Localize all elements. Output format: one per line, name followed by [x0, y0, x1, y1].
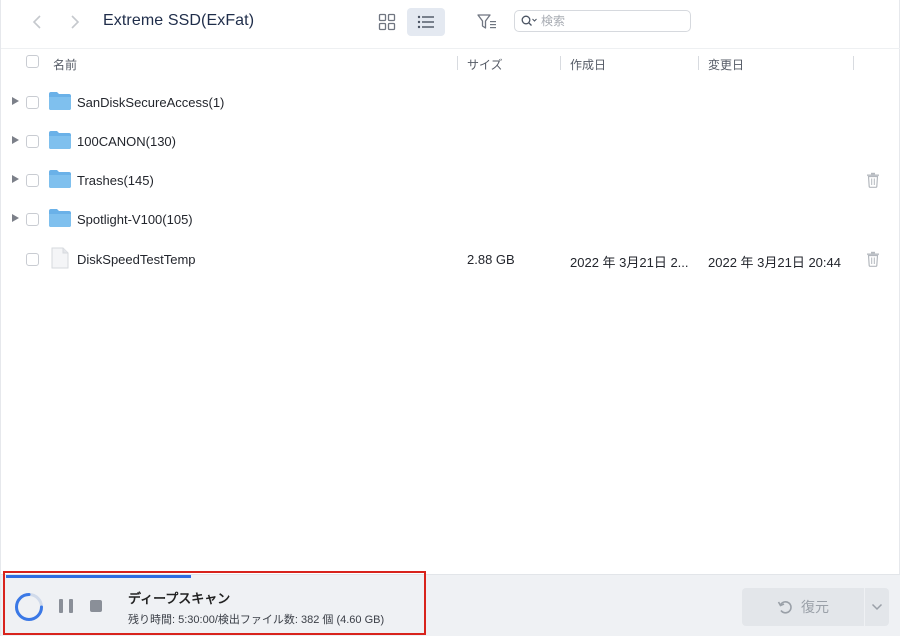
folder-icon	[49, 131, 71, 149]
app-window: Extreme SSD(ExFat) 検索 名前 サイズ 作成日 変更日 San…	[0, 0, 900, 636]
back-button[interactable]	[27, 12, 47, 32]
column-divider[interactable]	[853, 56, 854, 70]
recover-button-label: 復元	[801, 599, 829, 615]
toolbar: Extreme SSD(ExFat)	[1, 0, 900, 46]
expand-arrow-icon[interactable]	[12, 214, 19, 222]
document-icon	[51, 247, 69, 269]
row-checkbox[interactable]	[26, 96, 39, 109]
modified-date: 2022 年 3月21日 20:44	[708, 255, 841, 270]
file-name: SanDiskSecureAccess(1)	[77, 95, 225, 110]
trash-icon[interactable]	[866, 251, 880, 267]
filter-button[interactable]	[475, 10, 499, 34]
column-divider[interactable]	[457, 56, 458, 70]
table-row[interactable]: SanDiskSecureAccess(1)	[1, 83, 900, 122]
table-row[interactable]: 100CANON(130)	[1, 122, 900, 161]
trash-icon[interactable]	[866, 172, 880, 188]
table-row[interactable]: DiskSpeedTestTemp 2.88 GB 2022 年 3月21日 2…	[1, 240, 900, 279]
column-header-created[interactable]: 作成日	[570, 56, 606, 73]
table-row[interactable]: Spotlight-V100(105)	[1, 200, 900, 239]
expand-arrow-icon[interactable]	[12, 136, 19, 144]
row-checkbox[interactable]	[26, 213, 39, 226]
select-all-checkbox[interactable]	[26, 55, 39, 68]
location-title: Extreme SSD(ExFat)	[103, 12, 255, 29]
folder-icon	[49, 92, 71, 110]
highlight-box	[3, 571, 426, 635]
search-icon	[521, 15, 537, 26]
grid-icon	[378, 13, 396, 31]
file-name: DiskSpeedTestTemp	[77, 252, 196, 267]
recover-button[interactable]: 復元	[742, 588, 864, 626]
grid-view-button[interactable]	[368, 8, 406, 36]
expand-arrow-icon[interactable]	[12, 175, 19, 183]
file-size: 2.88 GB	[467, 252, 515, 267]
column-header-modified[interactable]: 変更日	[708, 56, 744, 73]
recover-options-dropdown[interactable]	[865, 588, 889, 626]
list-view-button[interactable]	[407, 8, 445, 36]
column-divider[interactable]	[560, 56, 561, 70]
chevron-left-icon	[32, 15, 41, 29]
folder-icon	[49, 170, 71, 188]
file-name: Trashes(145)	[77, 173, 154, 188]
chevron-right-icon	[71, 15, 80, 29]
column-divider[interactable]	[698, 56, 699, 70]
restore-icon	[777, 601, 792, 614]
search-box[interactable]	[514, 10, 691, 32]
column-header-name[interactable]: 名前	[53, 56, 77, 73]
filter-icon	[477, 14, 496, 29]
search-input[interactable]	[541, 14, 681, 28]
table-header: 名前 サイズ 作成日 変更日	[1, 48, 900, 76]
table-row[interactable]: Trashes(145)	[1, 161, 900, 200]
folder-icon	[49, 209, 71, 227]
column-header-size[interactable]: サイズ	[467, 56, 503, 73]
created-date: 2022 年 3月21日 2...	[570, 255, 689, 270]
chevron-down-icon	[871, 603, 883, 611]
file-name: Spotlight-V100(105)	[77, 212, 193, 227]
list-icon	[417, 15, 434, 29]
forward-button[interactable]	[65, 12, 85, 32]
row-checkbox[interactable]	[26, 174, 39, 187]
file-name: 100CANON(130)	[77, 134, 176, 149]
expand-arrow-icon[interactable]	[12, 97, 19, 105]
row-checkbox[interactable]	[26, 135, 39, 148]
row-checkbox[interactable]	[26, 253, 39, 266]
